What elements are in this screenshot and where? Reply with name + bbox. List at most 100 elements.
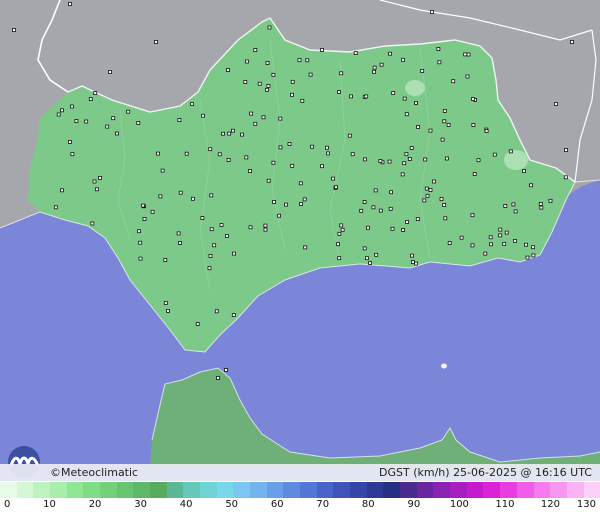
station-marker-icon[interactable] xyxy=(484,129,489,133)
station-marker-icon[interactable] xyxy=(195,321,200,326)
station-marker-icon[interactable] xyxy=(400,172,405,177)
station-marker-icon[interactable] xyxy=(334,185,338,190)
station-marker-icon[interactable] xyxy=(465,74,470,79)
station-marker-icon[interactable] xyxy=(371,205,376,210)
station-marker-icon[interactable] xyxy=(524,242,528,247)
station-marker-icon[interactable] xyxy=(362,200,367,205)
station-marker-icon[interactable] xyxy=(240,132,245,137)
station-marker-icon[interactable] xyxy=(284,202,289,207)
station-marker-icon[interactable] xyxy=(108,70,112,74)
station-marker-icon[interactable] xyxy=(470,213,475,218)
station-marker-icon[interactable] xyxy=(337,231,342,236)
station-marker-icon[interactable] xyxy=(244,155,249,160)
station-marker-icon[interactable] xyxy=(297,58,302,63)
station-marker-icon[interactable] xyxy=(60,108,64,113)
station-marker-icon[interactable] xyxy=(320,164,325,169)
station-marker-icon[interactable] xyxy=(378,159,383,164)
station-marker-icon[interactable] xyxy=(353,51,358,55)
station-marker-icon[interactable] xyxy=(446,123,451,127)
station-marker-icon[interactable] xyxy=(137,229,142,234)
station-marker-icon[interactable] xyxy=(337,256,342,261)
station-marker-icon[interactable] xyxy=(563,175,568,180)
station-marker-icon[interactable] xyxy=(136,121,141,125)
station-marker-icon[interactable] xyxy=(92,179,97,184)
station-marker-icon[interactable] xyxy=(368,261,373,265)
station-marker-icon[interactable] xyxy=(253,48,258,52)
station-marker-icon[interactable] xyxy=(230,128,235,133)
station-marker-icon[interactable] xyxy=(243,80,248,84)
station-marker-icon[interactable] xyxy=(488,235,493,240)
station-marker-icon[interactable] xyxy=(470,243,475,248)
station-marker-icon[interactable] xyxy=(529,183,533,188)
station-marker-icon[interactable] xyxy=(290,79,295,84)
station-marker-icon[interactable] xyxy=(141,203,146,208)
station-marker-icon[interactable] xyxy=(111,116,116,121)
station-marker-icon[interactable] xyxy=(340,227,345,232)
station-marker-icon[interactable] xyxy=(483,251,488,256)
station-marker-icon[interactable] xyxy=(264,87,269,92)
station-marker-icon[interactable] xyxy=(531,245,535,250)
station-marker-icon[interactable] xyxy=(178,241,182,245)
station-marker-icon[interactable] xyxy=(160,168,165,173)
station-marker-icon[interactable] xyxy=(374,252,379,257)
station-marker-icon[interactable] xyxy=(442,109,447,113)
station-marker-icon[interactable] xyxy=(208,147,213,152)
station-marker-icon[interactable] xyxy=(263,227,268,232)
station-marker-icon[interactable] xyxy=(209,227,214,232)
station-marker-icon[interactable] xyxy=(415,217,420,222)
station-marker-icon[interactable] xyxy=(442,203,447,207)
station-marker-icon[interactable] xyxy=(257,81,262,86)
station-marker-icon[interactable] xyxy=(471,97,475,101)
station-marker-icon[interactable] xyxy=(326,151,330,156)
station-marker-icon[interactable] xyxy=(154,40,158,44)
station-marker-icon[interactable] xyxy=(428,128,433,133)
station-marker-icon[interactable] xyxy=(68,139,72,144)
station-marker-icon[interactable] xyxy=(84,119,89,124)
station-marker-icon[interactable] xyxy=(176,231,181,236)
station-marker-icon[interactable] xyxy=(299,201,304,206)
station-marker-icon[interactable] xyxy=(266,178,271,183)
station-marker-icon[interactable] xyxy=(339,223,344,228)
station-marker-icon[interactable] xyxy=(431,179,436,184)
station-marker-icon[interactable] xyxy=(190,196,195,201)
station-marker-icon[interactable] xyxy=(409,146,414,150)
station-marker-icon[interactable] xyxy=(451,79,456,84)
station-marker-icon[interactable] xyxy=(372,65,377,70)
station-marker-icon[interactable] xyxy=(201,113,205,118)
station-marker-icon[interactable] xyxy=(404,112,409,117)
station-marker-icon[interactable] xyxy=(391,91,396,95)
station-marker-icon[interactable] xyxy=(471,123,476,127)
station-marker-icon[interactable] xyxy=(310,144,315,149)
station-marker-icon[interactable] xyxy=(126,109,131,114)
station-marker-icon[interactable] xyxy=(224,234,229,238)
station-marker-icon[interactable] xyxy=(324,145,329,150)
station-marker-icon[interactable] xyxy=(508,149,513,154)
station-marker-icon[interactable] xyxy=(425,193,430,198)
station-marker-icon[interactable] xyxy=(424,186,429,191)
station-marker-icon[interactable] xyxy=(430,10,434,14)
station-marker-icon[interactable] xyxy=(409,253,414,258)
station-marker-icon[interactable] xyxy=(390,226,395,231)
station-marker-icon[interactable] xyxy=(253,121,258,126)
station-marker-icon[interactable] xyxy=(142,216,147,221)
station-marker-icon[interactable] xyxy=(190,102,195,106)
station-marker-icon[interactable] xyxy=(443,216,448,221)
station-marker-icon[interactable] xyxy=(216,376,220,380)
station-marker-icon[interactable] xyxy=(436,47,441,51)
station-marker-icon[interactable] xyxy=(525,255,530,260)
station-marker-icon[interactable] xyxy=(388,51,393,56)
station-marker-icon[interactable] xyxy=(401,227,406,232)
station-marker-icon[interactable] xyxy=(405,219,410,224)
station-marker-icon[interactable] xyxy=(388,206,393,211)
station-marker-icon[interactable] xyxy=(214,309,219,314)
station-marker-icon[interactable] xyxy=(504,230,509,235)
station-marker-icon[interactable] xyxy=(266,84,271,88)
station-marker-icon[interactable] xyxy=(70,104,74,109)
station-marker-icon[interactable] xyxy=(331,176,336,181)
station-marker-icon[interactable] xyxy=(177,118,182,122)
station-marker-icon[interactable] xyxy=(105,124,110,129)
station-marker-icon[interactable] xyxy=(287,142,292,146)
station-marker-icon[interactable] xyxy=(245,59,249,64)
station-marker-icon[interactable] xyxy=(554,102,558,106)
station-marker-icon[interactable] xyxy=(372,69,377,74)
